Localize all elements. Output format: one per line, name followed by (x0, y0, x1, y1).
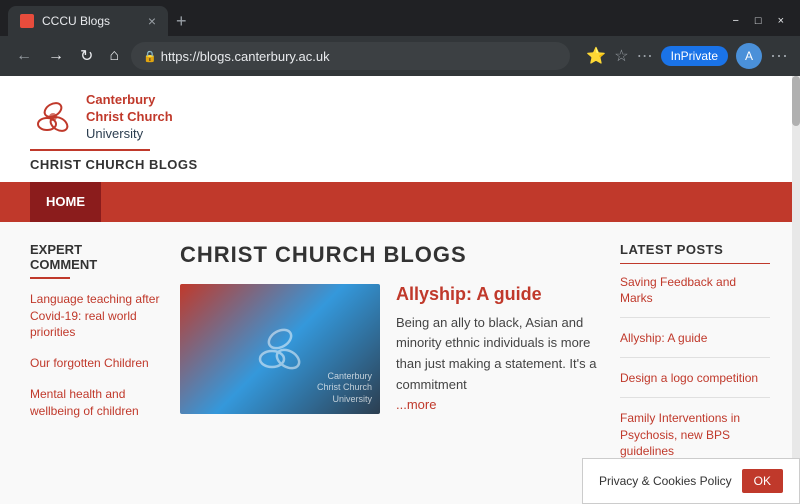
left-sidebar: EXPERT COMMENT Language teaching after C… (30, 242, 160, 504)
window-controls: − □ × (732, 15, 792, 27)
latest-post-2[interactable]: Design a logo competition (620, 370, 770, 398)
article-logo (250, 319, 310, 379)
article-body: Allyship: A guide Being an ally to black… (396, 284, 600, 414)
logo-line1: Canterbury (86, 92, 173, 109)
back-button[interactable]: ← (12, 45, 36, 67)
refresh-button[interactable]: ↻ (76, 44, 97, 68)
cookie-accept-button[interactable]: OK (742, 469, 783, 493)
article-read-more[interactable]: ...more (396, 397, 436, 412)
article-image: CanterburyChrist ChurchUniversity (180, 284, 380, 414)
page-content: Canterbury Christ Church University CHRI… (0, 76, 800, 504)
cookie-text: Privacy & Cookies Policy (599, 474, 732, 488)
site-header: Canterbury Christ Church University CHRI… (0, 76, 800, 182)
sidebar-link-2[interactable]: Mental health and wellbeing of children (30, 386, 160, 420)
sidebar-underline (30, 277, 70, 279)
tab-close-btn[interactable]: × (148, 13, 156, 29)
site-logo: Canterbury Christ Church University (30, 92, 770, 143)
new-tab-button[interactable]: + (176, 11, 187, 32)
article-image-text: CanterburyChrist ChurchUniversity (317, 371, 372, 406)
browser-menu-icon[interactable]: ⋯ (770, 46, 788, 67)
sidebar-heading-line2: COMMENT (30, 257, 160, 273)
main-title: CHRIST CHURCH BLOGS (180, 242, 600, 268)
favorites-icon[interactable]: ⭐ (586, 46, 606, 66)
latest-post-1[interactable]: Allyship: A guide (620, 330, 770, 358)
nav-home[interactable]: HOME (30, 182, 101, 222)
logo-line2: Christ Church (86, 109, 173, 126)
logo-underline (30, 149, 150, 151)
url-text: https://blogs.canterbury.ac.uk (161, 49, 330, 64)
more-icon[interactable]: ⋯ (637, 46, 653, 66)
sidebar-heading-line1: EXPERT (30, 242, 160, 258)
lock-icon: 🔒 (143, 50, 157, 63)
scrollbar-track[interactable] (792, 76, 800, 504)
article-excerpt: Being an ally to black, Asian and minori… (396, 313, 600, 396)
logo-line3: University (86, 126, 173, 143)
tab-title-text: CCCU Blogs (42, 14, 140, 28)
bookmark-icon[interactable]: ☆ (614, 46, 628, 66)
profile-button[interactable]: A (736, 43, 762, 69)
site-subtitle: CHRIST CHURCH BLOGS (30, 157, 770, 172)
article-title[interactable]: Allyship: A guide (396, 284, 600, 305)
browser-chrome: CCCU Blogs × + − □ × ← → ↻ ⌂ 🔒 https://b… (0, 0, 800, 76)
inprivate-button[interactable]: InPrivate (661, 46, 728, 66)
logo-text: Canterbury Christ Church University (86, 92, 173, 143)
maximize-button[interactable]: □ (755, 15, 762, 27)
forward-button[interactable]: → (44, 45, 68, 67)
tab-bar: CCCU Blogs × + − □ × (0, 0, 800, 36)
sidebar-link-1[interactable]: Our forgotten Children (30, 355, 160, 372)
latest-posts-heading: LATEST POSTS (620, 242, 770, 257)
minimize-button[interactable]: − (732, 15, 738, 27)
address-bar: ← → ↻ ⌂ 🔒 https://blogs.canterbury.ac.uk… (0, 36, 800, 76)
logo-icon (30, 94, 76, 140)
close-window-button[interactable]: × (778, 15, 784, 27)
main-nav: HOME (0, 182, 800, 222)
url-bar[interactable]: 🔒 https://blogs.canterbury.ac.uk (131, 42, 570, 70)
active-tab[interactable]: CCCU Blogs × (8, 6, 168, 36)
tab-favicon (20, 14, 34, 28)
cookie-notice: Privacy & Cookies Policy OK (582, 458, 800, 504)
home-button[interactable]: ⌂ (105, 45, 123, 67)
latest-underline (620, 263, 770, 264)
sidebar-link-0[interactable]: Language teaching after Covid-19: real w… (30, 291, 160, 341)
toolbar-icons: ⭐ ☆ ⋯ (586, 46, 652, 66)
latest-post-0[interactable]: Saving Feedback and Marks (620, 274, 770, 319)
featured-article: CanterburyChrist ChurchUniversity Allysh… (180, 284, 600, 414)
main-content: CHRIST CHURCH BLOGS CanterburyChrist Chu… (180, 242, 600, 504)
scrollbar-thumb[interactable] (792, 76, 800, 126)
